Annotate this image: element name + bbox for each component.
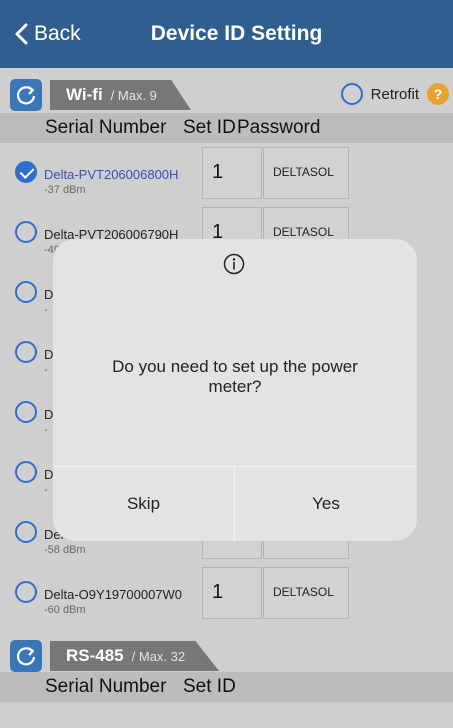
yes-button[interactable]: Yes (235, 467, 417, 541)
device-select-radio[interactable] (15, 341, 37, 363)
rs485-section-bar: RS-485 / Max. 32 (0, 637, 453, 673)
wifi-tab-max: / Max. 9 (110, 87, 157, 103)
device-name: Delta-O9Y19700007W0 (44, 587, 183, 602)
device-select-radio[interactable] (15, 161, 37, 183)
column-set-id: Set ID (183, 676, 236, 697)
set-id-field[interactable]: 1 (202, 567, 262, 619)
wifi-refresh-button[interactable] (10, 79, 42, 111)
rs485-tab[interactable]: RS-485 / Max. 32 (50, 641, 220, 671)
device-select-radio[interactable] (15, 461, 37, 483)
device-signal: -60 dBm (44, 604, 86, 616)
device-signal: - (44, 424, 48, 436)
rs485-refresh-button[interactable] (10, 640, 42, 672)
info-icon (223, 253, 245, 275)
nav-header: Back Device ID Setting (0, 0, 453, 68)
device-row: Delta-PVT206006800H -37 dBm 1 DELTASOL (0, 141, 453, 201)
device-select-radio[interactable] (15, 401, 37, 423)
refresh-icon (16, 86, 36, 105)
help-icon[interactable]: ? (427, 83, 449, 105)
device-signal: -37 dBm (44, 184, 86, 196)
device-select-radio[interactable] (15, 221, 37, 243)
column-serial-number: Serial Number (45, 676, 167, 697)
wifi-tab[interactable]: Wi-fi / Max. 9 (50, 80, 191, 110)
wifi-tab-name: Wi-fi (66, 85, 103, 104)
column-set-id: Set ID (183, 117, 236, 138)
device-select-radio[interactable] (15, 281, 37, 303)
refresh-icon (16, 647, 36, 666)
device-name: D (44, 347, 54, 362)
device-select-radio[interactable] (15, 581, 37, 603)
device-name: Delta-PVT206006800H (44, 167, 179, 182)
wifi-section-bar: Wi-fi / Max. 9 Retrofit ? (0, 76, 453, 112)
device-signal: - (44, 304, 48, 316)
password-field[interactable]: DELTASOL (263, 567, 349, 619)
device-name: D (44, 467, 54, 482)
column-password: Password (237, 117, 321, 138)
rs485-column-headers: Serial Number Set ID (0, 672, 453, 702)
dialog-message: Do you need to set up the power meter? (112, 357, 358, 396)
skip-button[interactable]: Skip (53, 467, 234, 541)
device-signal: - (44, 484, 48, 496)
device-signal: - (44, 364, 48, 376)
retrofit-label: Retrofit (370, 85, 419, 103)
password-field[interactable]: DELTASOL (263, 147, 349, 199)
retrofit-radio[interactable] (340, 83, 363, 105)
rs485-tab-name: RS-485 (66, 646, 124, 665)
column-serial-number: Serial Number (45, 117, 167, 138)
device-row: Delta-O9Y19700007W0 -60 dBm 1 DELTASOL (0, 561, 453, 621)
rs485-tab-max: / Max. 32 (131, 648, 186, 664)
retrofit-option: Retrofit ? (340, 83, 449, 105)
device-select-radio[interactable] (15, 521, 37, 543)
device-name: D (44, 287, 54, 302)
set-id-field[interactable]: 1 (202, 147, 262, 199)
device-name: D (44, 407, 54, 422)
device-signal: -58 dBm (44, 544, 86, 556)
power-meter-dialog: Do you need to set up the power meter? S… (53, 239, 417, 541)
page-title: Device ID Setting (150, 22, 323, 45)
wifi-column-headers: Serial Number Set ID Password (0, 113, 453, 143)
